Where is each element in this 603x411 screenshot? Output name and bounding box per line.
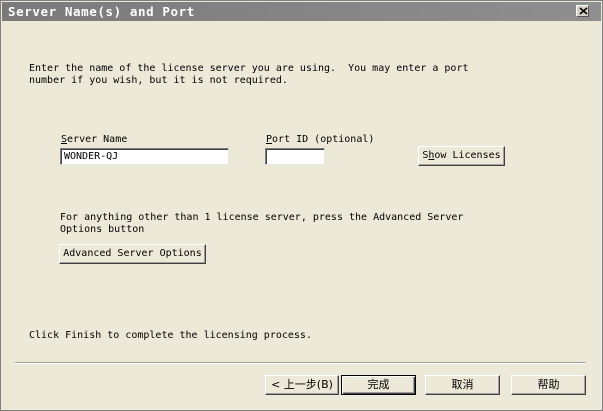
cancel-button[interactable]: 取消 — [425, 375, 500, 395]
wizard-window: Server Name(s) and Port Enter the name o… — [0, 0, 603, 411]
show-licenses-button[interactable]: Show Licenses — [418, 146, 505, 166]
advanced-line-2: Options button — [60, 224, 145, 235]
close-icon — [579, 7, 588, 15]
window-title: Server Name(s) and Port — [8, 4, 195, 19]
server-name-label: Server Name — [61, 133, 127, 146]
server-name-input[interactable] — [60, 148, 229, 165]
finish-button[interactable]: 完成 — [341, 375, 416, 395]
port-id-label: Port ID (optional) — [266, 133, 374, 146]
intro-line-2: number if you wish, but it is not requir… — [29, 75, 288, 86]
advanced-server-options-button[interactable]: Advanced Server Options — [59, 244, 206, 264]
back-button[interactable]: < 上一步(B) — [265, 375, 339, 395]
show-licenses-label-rest: ow Licenses — [434, 150, 501, 161]
help-button[interactable]: 帮助 — [511, 375, 586, 395]
server-name-label-rest: erver Name — [67, 134, 128, 145]
footer-separator — [15, 362, 586, 364]
title-bar: Server Name(s) and Port — [2, 2, 601, 21]
port-id-input[interactable] — [265, 148, 325, 165]
port-id-label-rest: ort ID (optional) — [272, 134, 375, 145]
close-button[interactable] — [576, 5, 589, 17]
finish-instruction: Click Finish to complete the licensing p… — [29, 330, 312, 341]
